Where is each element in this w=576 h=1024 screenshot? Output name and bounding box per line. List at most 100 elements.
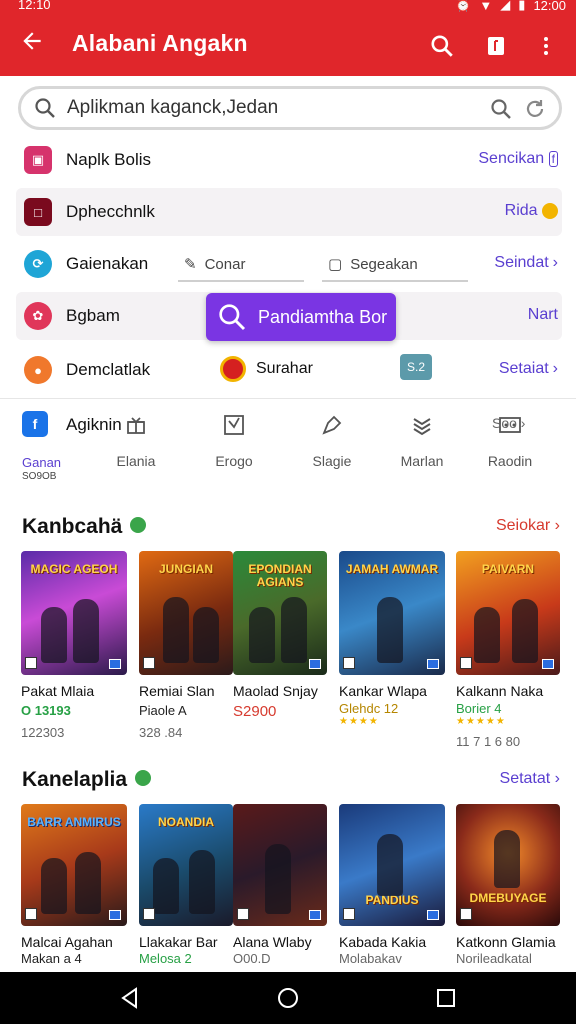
game-name: Maolad Snjay bbox=[233, 683, 318, 699]
list-row-2[interactable]: □ Dphecchnlk Rida bbox=[16, 188, 562, 236]
row-mid-item[interactable]: Surahar bbox=[220, 356, 313, 382]
game-thumbnail: NOANDIA bbox=[139, 804, 233, 926]
game-meta: Borier 4 bbox=[456, 701, 502, 716]
verified-icon bbox=[135, 770, 152, 787]
game-thumbnail: PANDIUS bbox=[339, 804, 445, 926]
category-elania[interactable]: Elania bbox=[96, 411, 176, 469]
game-card[interactable]: EPONDIAN AGIANS bbox=[233, 551, 327, 675]
apps-icon: f bbox=[22, 411, 48, 437]
row-link[interactable]: Setaiat › bbox=[499, 360, 558, 378]
game-meta: Makan a 4 bbox=[21, 951, 82, 966]
search-button[interactable] bbox=[424, 28, 460, 64]
game-name: Malcai Agahan bbox=[21, 934, 113, 950]
game-name: Pakat Mlaia bbox=[21, 683, 95, 699]
page-title: Alabani Angakn bbox=[72, 30, 248, 56]
row-link[interactable]: Seindat › bbox=[494, 254, 558, 272]
game-card[interactable]: PAIVARN bbox=[456, 551, 560, 675]
category-erogo[interactable]: Erogo bbox=[194, 411, 274, 469]
pen-icon bbox=[318, 411, 346, 439]
category-slagie[interactable]: Slagie bbox=[292, 411, 372, 469]
circle-home-icon bbox=[278, 988, 298, 1008]
list-row-1[interactable]: ▣ Naplk Bolis Sencikan f bbox=[16, 136, 562, 184]
more-button[interactable] bbox=[528, 28, 564, 64]
pin-icon: ● bbox=[24, 356, 52, 384]
game-card[interactable]: JUNGIAN bbox=[139, 551, 233, 675]
search-submit-icon[interactable] bbox=[489, 97, 513, 121]
search-icon bbox=[431, 35, 453, 57]
game-name: Alana Wlaby bbox=[233, 934, 312, 950]
nav-recents-button[interactable] bbox=[432, 984, 460, 1012]
row-link[interactable]: Rida bbox=[505, 202, 558, 220]
list-row-5[interactable]: ● Demclatlak Surahar S.2 Setaiat › bbox=[16, 346, 562, 394]
game-card[interactable]: DMEBUYAGE bbox=[456, 804, 560, 926]
chip-conar[interactable]: ✎ Conar bbox=[178, 248, 304, 282]
game-name: Kabada Kakia bbox=[339, 934, 427, 950]
category-games[interactable]: f Agiknin Ganan SO9OB bbox=[22, 411, 122, 482]
game-meta: 11 7 1 6 80 bbox=[456, 734, 521, 749]
game-card[interactable] bbox=[233, 804, 327, 926]
row-label: Gaienakan bbox=[66, 254, 149, 273]
verified-icon bbox=[130, 517, 147, 534]
badge-icon bbox=[220, 356, 246, 382]
game-name: Kankar Wlapa bbox=[339, 683, 427, 699]
square-icon: □ bbox=[24, 198, 52, 226]
wifi-icon: ▼ bbox=[479, 0, 493, 13]
nav-back-button[interactable] bbox=[116, 984, 144, 1012]
game-card[interactable]: JAMAH AWMAR bbox=[339, 551, 445, 675]
game-meta: 328 .84 bbox=[139, 725, 183, 740]
refresh-icon[interactable] bbox=[523, 97, 547, 121]
search-toast[interactable]: Pandiamtha Bor bbox=[206, 293, 396, 341]
game-name: Remiai Slan bbox=[139, 683, 215, 699]
game-thumbnail: JUNGIAN bbox=[139, 551, 233, 675]
game-card[interactable]: PANDIUS bbox=[339, 804, 445, 926]
nav-home-button[interactable] bbox=[274, 984, 302, 1012]
category-marlan[interactable]: Marlan bbox=[382, 411, 462, 469]
game-name: Llakakar Bar bbox=[139, 934, 218, 950]
arrow-left-icon bbox=[23, 32, 41, 50]
grid-icon: ▣ bbox=[24, 146, 52, 174]
gift-icon bbox=[122, 411, 150, 439]
row-link[interactable]: Sencikan f bbox=[478, 150, 558, 168]
triangle-back-icon bbox=[121, 987, 137, 1009]
category-more[interactable]: Soo › bbox=[492, 415, 525, 431]
row-label: Bgbam bbox=[66, 306, 120, 325]
search-icon bbox=[219, 304, 246, 331]
game-meta: S2900 bbox=[233, 703, 277, 720]
game-name: Kalkann Naka bbox=[456, 683, 544, 699]
game-card[interactable]: NOANDIA bbox=[139, 804, 233, 926]
rating-stars: ★★★★ bbox=[339, 716, 379, 727]
row-link[interactable]: Nart bbox=[528, 306, 558, 324]
section-2-see-all[interactable]: Setatat › bbox=[500, 770, 560, 788]
game-card[interactable]: MAGIC AGEOH bbox=[21, 551, 127, 675]
chip-segeakan[interactable]: ▢ Segeakan bbox=[322, 248, 468, 282]
search-icon bbox=[35, 98, 55, 118]
section-1-see-all[interactable]: Seiokar › bbox=[496, 517, 560, 535]
game-thumbnail bbox=[233, 804, 327, 926]
section-title-1: Kanbcahä bbox=[22, 515, 147, 539]
system-nav-bar bbox=[0, 972, 576, 1024]
square-recents-icon bbox=[437, 989, 455, 1007]
battery-icon: ▮ bbox=[518, 0, 526, 12]
game-meta: Glehdc 12 bbox=[339, 701, 399, 716]
section-title-2: Kanelaplia bbox=[22, 768, 152, 792]
layers-icon bbox=[408, 411, 436, 439]
row-badge: S.2 bbox=[400, 354, 432, 380]
search-input[interactable] bbox=[67, 95, 487, 121]
refresh-icon: ⟳ bbox=[24, 250, 52, 278]
game-thumbnail: BARR ANMIRUS bbox=[21, 804, 127, 926]
category-strip: f Agiknin Ganan SO9OB Elania Erogo Slagi… bbox=[0, 398, 576, 490]
frame-icon: ▢ bbox=[328, 256, 343, 273]
alarm-icon: ⏰ bbox=[455, 0, 472, 12]
list-row-3[interactable]: ⟳ Gaienakan ✎ Conar ▢ Segeakan Seindat › bbox=[16, 240, 562, 288]
game-meta: Molabakav bbox=[339, 951, 402, 966]
game-card[interactable]: BARR ANMIRUS bbox=[21, 804, 127, 926]
game-thumbnail: EPONDIAN AGIANS bbox=[233, 551, 327, 675]
signal-icon: ◢ bbox=[500, 0, 511, 12]
game-meta: O 13193 bbox=[21, 703, 71, 718]
game-thumbnail: PAIVARN bbox=[456, 551, 560, 675]
game-meta: Melosa 2 bbox=[139, 951, 192, 966]
row-label: Naplk Bolis bbox=[66, 150, 152, 169]
app-bar: 12:10 ⏰ ▼ ◢ ▮ 12:00 Alabani Angakn bbox=[0, 0, 576, 76]
bookmark-button[interactable] bbox=[478, 28, 514, 64]
back-button[interactable] bbox=[14, 28, 50, 64]
